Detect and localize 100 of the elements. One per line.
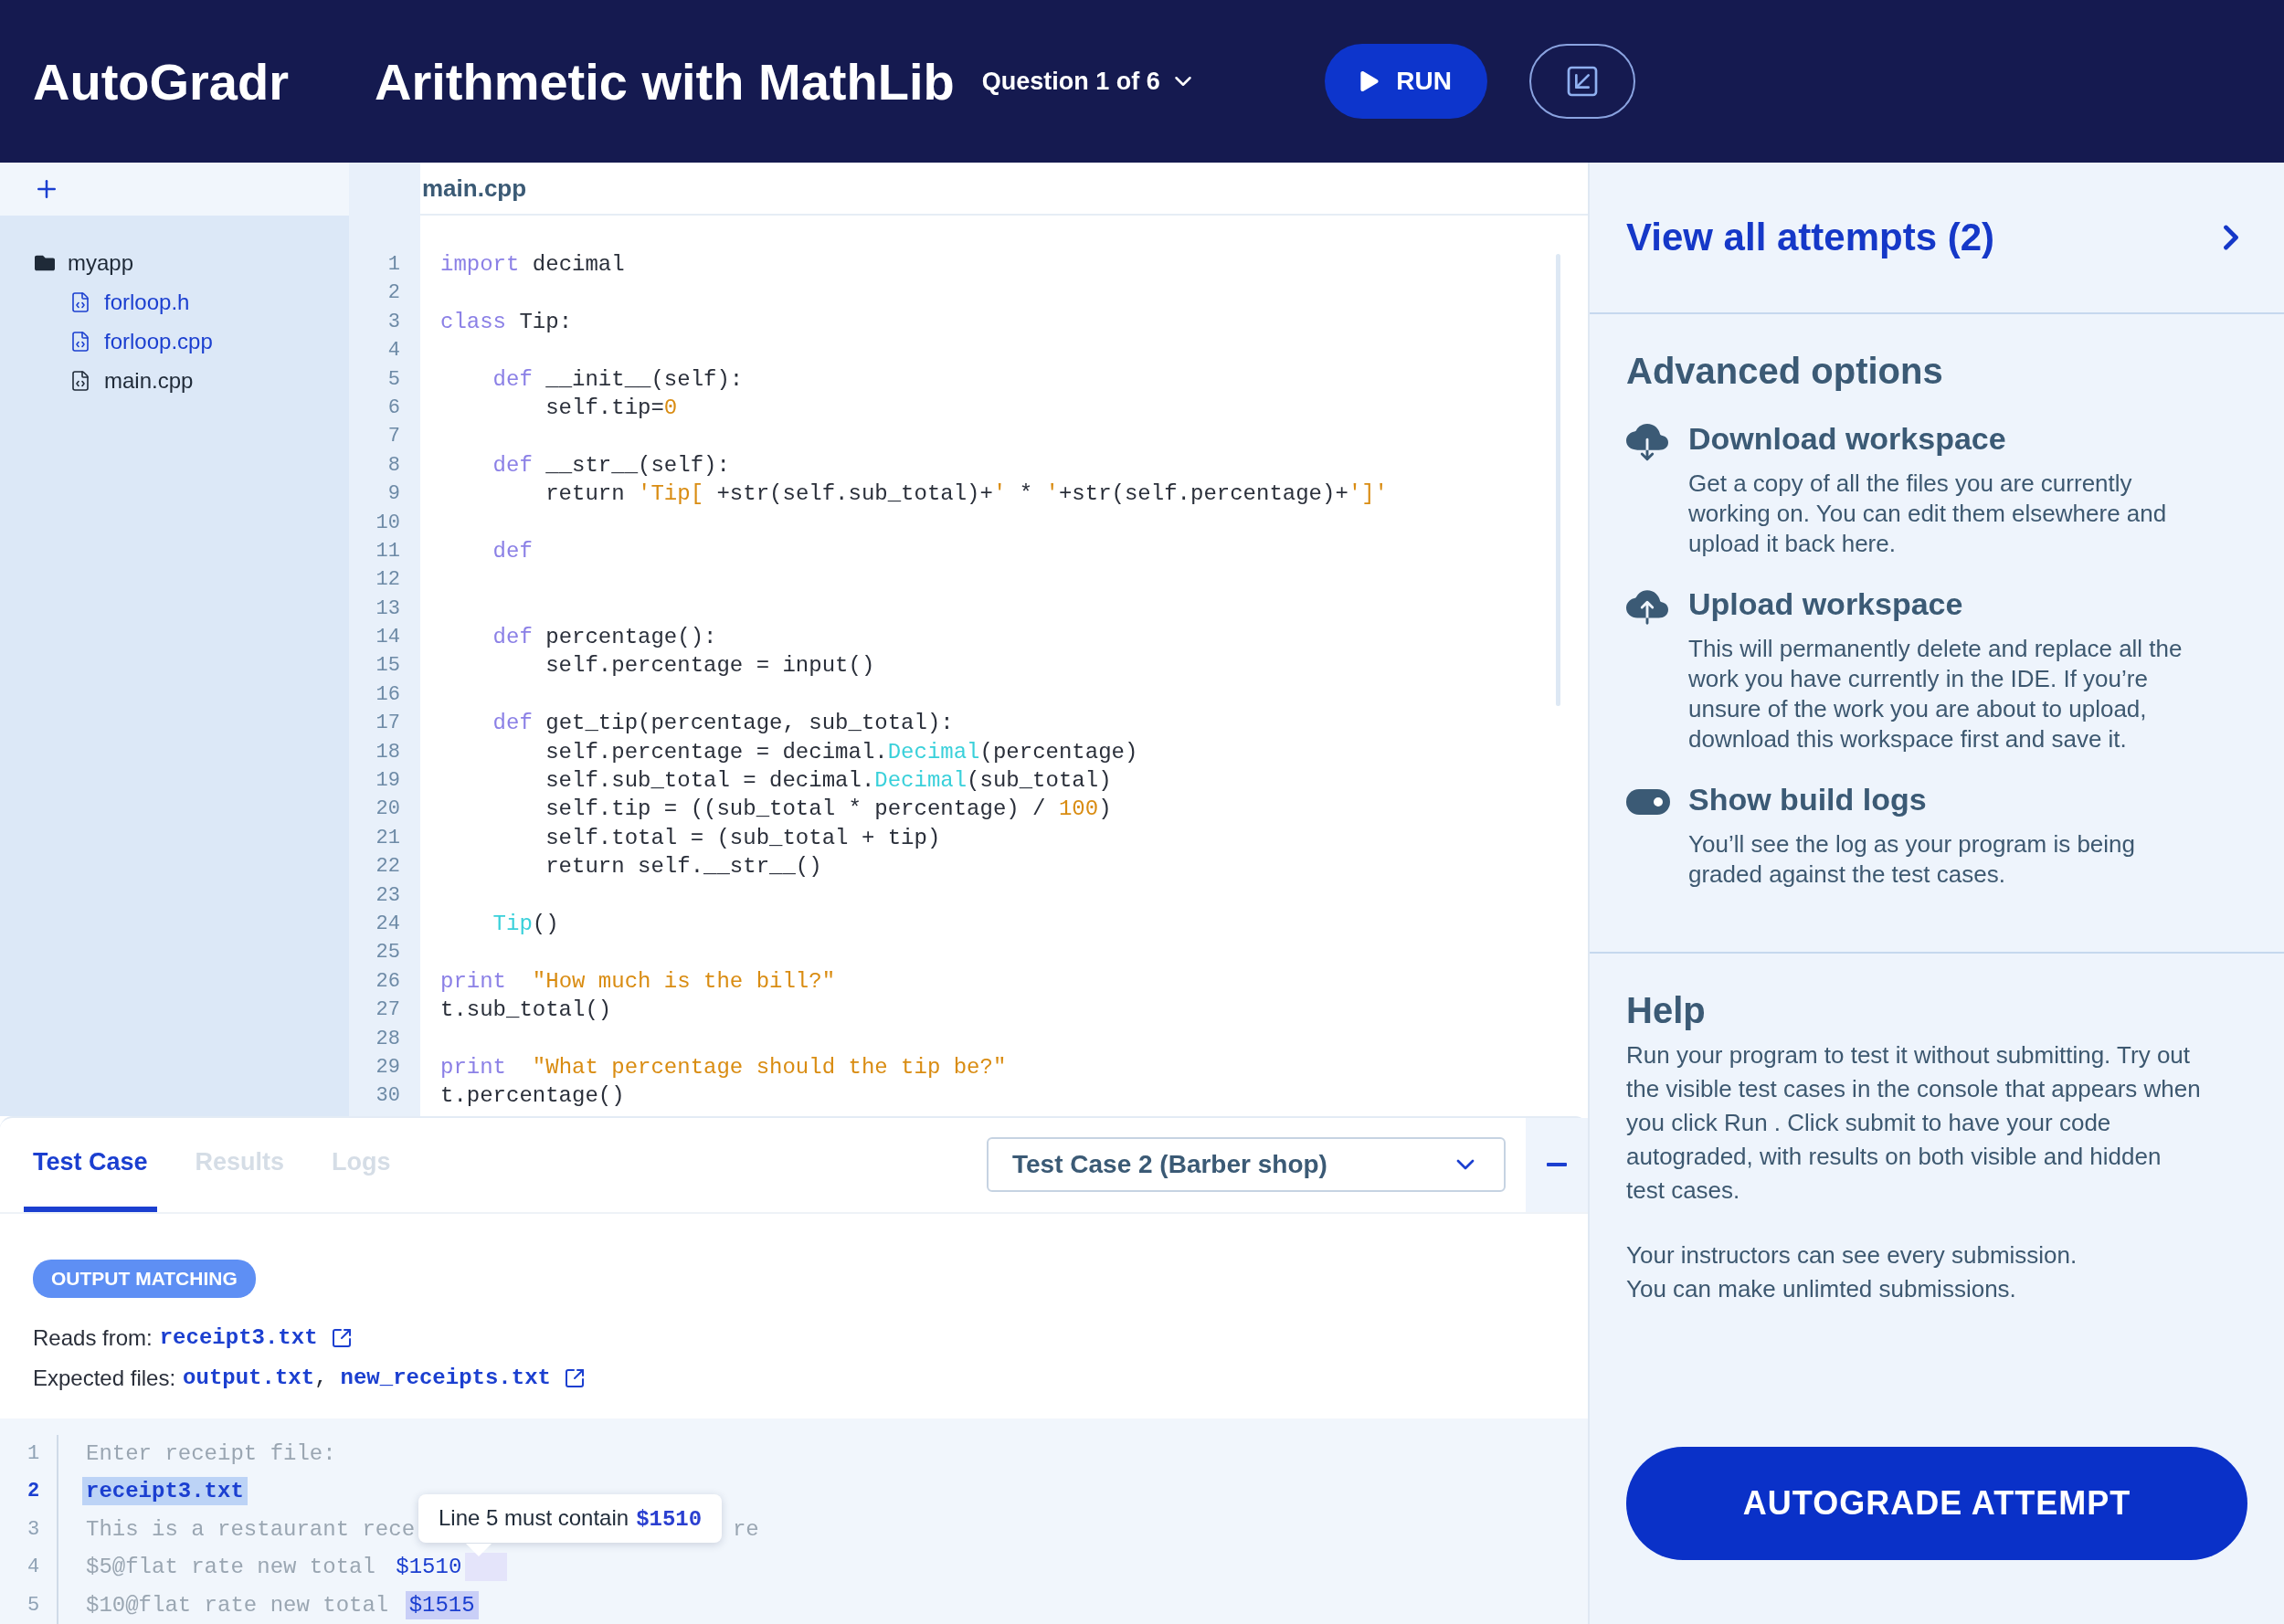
expand-button[interactable] xyxy=(1528,44,1635,119)
console-text: Enter receipt file: xyxy=(85,1439,337,1468)
line-number: 1 xyxy=(0,1434,58,1472)
option-title[interactable]: Upload workspace xyxy=(1688,585,2247,623)
external-link-icon[interactable] xyxy=(330,1326,353,1349)
console-text: This is a restaurant rece xyxy=(85,1515,417,1544)
line-number: 25 xyxy=(375,940,400,966)
external-link-icon[interactable] xyxy=(563,1366,586,1389)
section-title: Help xyxy=(1626,990,1707,1031)
line-number: 21 xyxy=(375,825,400,851)
line-number: 9 xyxy=(387,481,400,508)
cloud-download-icon xyxy=(1626,421,1668,463)
status-badge: OUTPUT MATCHING xyxy=(33,1259,256,1298)
console-value: $1510 xyxy=(395,1554,463,1582)
help-text: Run your program to test it without submitting. Try out the visible test cases in the console that appears when you click Run . Click submit to have your code autograded, with results on both visible and hidden test cases. xyxy=(1626,1040,2202,1206)
line-number: 13 xyxy=(375,596,400,622)
line-number: 2 xyxy=(0,1472,58,1511)
code-line: return 'Tip[ +str(self.sub_total)+' * '+str(self.percentage)+']' xyxy=(545,480,1390,509)
option-description: This will permanently delete and replace all the work you have currently in the IDE. If you’re unsure of the work you are about to upload, download this workspace first and save it. xyxy=(1688,634,2184,754)
code-line: def __str__(self): xyxy=(492,451,731,480)
line-number: 3 xyxy=(0,1510,58,1548)
line-number: 24 xyxy=(375,912,400,937)
line-number: 14 xyxy=(375,625,400,651)
code-line: print "What percentage should the tip be?" xyxy=(440,1053,1008,1081)
code-line: self.percentage = decimal.Decimal(percentage) xyxy=(545,738,1139,766)
autograde-button[interactable]: AUTOGRADE ATTEMPT xyxy=(1626,1447,2247,1560)
code-line: self.tip = ((sub_total * percentage) / 100) xyxy=(545,796,1113,824)
code-file-icon xyxy=(69,290,91,313)
tooltip-value: $1510 xyxy=(636,1506,703,1532)
line-number: 19 xyxy=(375,768,400,795)
line-number: 11 xyxy=(375,538,400,564)
option-description: Get a copy of all the files you are currently working on. You can edit them elsewhere and upload it back here. xyxy=(1688,469,2168,559)
line-number: 5 xyxy=(387,366,400,393)
line-number: 3 xyxy=(387,309,400,335)
line-number: 30 xyxy=(375,1083,400,1110)
logo: AutoGradr xyxy=(33,51,290,111)
minus-icon xyxy=(1547,1163,1567,1167)
console-value: receipt3.txt xyxy=(82,1477,248,1506)
code-line: import decimal xyxy=(440,251,626,279)
code-line: return self.__str__() xyxy=(545,853,823,881)
file-name[interactable]: forloop.h xyxy=(104,289,190,315)
file-link[interactable]: receipt3.txt xyxy=(159,1325,318,1350)
code-line: class Tip: xyxy=(440,308,574,336)
line-number: 17 xyxy=(375,711,400,737)
line-number: 6 xyxy=(387,395,400,421)
highlight xyxy=(465,1553,508,1582)
question-dropdown[interactable]: Question 1 of 6 xyxy=(981,67,1197,96)
view-attempts-link[interactable]: View all attempts (2) xyxy=(1590,163,2284,314)
tooltip-text: Line 5 must contain xyxy=(439,1504,629,1530)
page-title: Arithmetic with MathLib xyxy=(375,51,955,111)
line-number: 8 xyxy=(387,452,400,479)
section-title: Advanced options xyxy=(1626,351,1944,392)
line-number: 22 xyxy=(375,854,400,881)
line-number: 1 xyxy=(387,252,400,278)
console-text: $10@flat rate new total xyxy=(85,1591,390,1619)
comma: , xyxy=(314,1366,328,1390)
code-line: t.percentage() xyxy=(440,1082,626,1111)
code-file-icon xyxy=(69,330,91,353)
play-icon xyxy=(1359,71,1380,91)
code-line: def __init__(self): xyxy=(492,365,745,394)
line-number: 7 xyxy=(387,424,400,450)
folder-name[interactable]: myapp xyxy=(68,249,134,276)
toggle-switch[interactable] xyxy=(1626,789,1670,815)
line-number: 4 xyxy=(387,338,400,364)
help-text: Your instructors can see every submission. You can make unlimted submissions. xyxy=(1626,1240,2078,1304)
line-number: 12 xyxy=(375,567,400,594)
run-button[interactable]: RUN xyxy=(1324,44,1487,119)
code-line: def xyxy=(492,537,534,565)
file-tab[interactable]: main.cpp xyxy=(422,174,527,203)
line-number: 4 xyxy=(0,1548,58,1587)
console-value: $1515 xyxy=(405,1590,479,1619)
line-number: 2 xyxy=(387,280,400,307)
code-line: def percentage(): xyxy=(492,624,718,652)
code-line: self.percentage = input() xyxy=(545,652,876,680)
info-label: Expected files: xyxy=(33,1365,176,1391)
code-line: self.sub_total = decimal.Decimal(sub_total) xyxy=(545,767,1113,796)
file-link[interactable]: new_receipts.txt xyxy=(340,1366,551,1390)
option-description: You’ll see the log as your program is being graded against the test cases. xyxy=(1688,829,2136,890)
line-number: 20 xyxy=(375,796,400,823)
line-number: 16 xyxy=(375,681,400,708)
code-line: def get_tip(percentage, sub_total): xyxy=(492,710,955,738)
line-number: 28 xyxy=(375,1026,400,1052)
line-number: 15 xyxy=(375,653,400,680)
line-number: 10 xyxy=(375,510,400,536)
line-number: 23 xyxy=(375,882,400,909)
console-text: re xyxy=(731,1515,760,1544)
code-line: Tip() xyxy=(492,911,560,938)
console-text: $5@flat rate new total xyxy=(85,1554,376,1582)
test-case-dropdown[interactable]: Test Case 2 (Barber shop) xyxy=(987,1137,1506,1193)
file-name[interactable]: main.cpp xyxy=(104,367,194,394)
code-line: self.total = (sub_total + tip) xyxy=(545,824,942,852)
file-link[interactable]: output.txt xyxy=(183,1366,315,1390)
line-number: 29 xyxy=(375,1054,400,1081)
code-line: t.sub_total() xyxy=(440,997,613,1025)
line-number: 26 xyxy=(375,968,400,995)
code-file-icon xyxy=(69,369,91,392)
file-name[interactable]: forloop.cpp xyxy=(104,328,213,354)
option-title[interactable]: Download workspace xyxy=(1688,419,2247,458)
option-title: Show build logs xyxy=(1688,781,1928,818)
tab[interactable]: Test Case xyxy=(24,1118,157,1212)
